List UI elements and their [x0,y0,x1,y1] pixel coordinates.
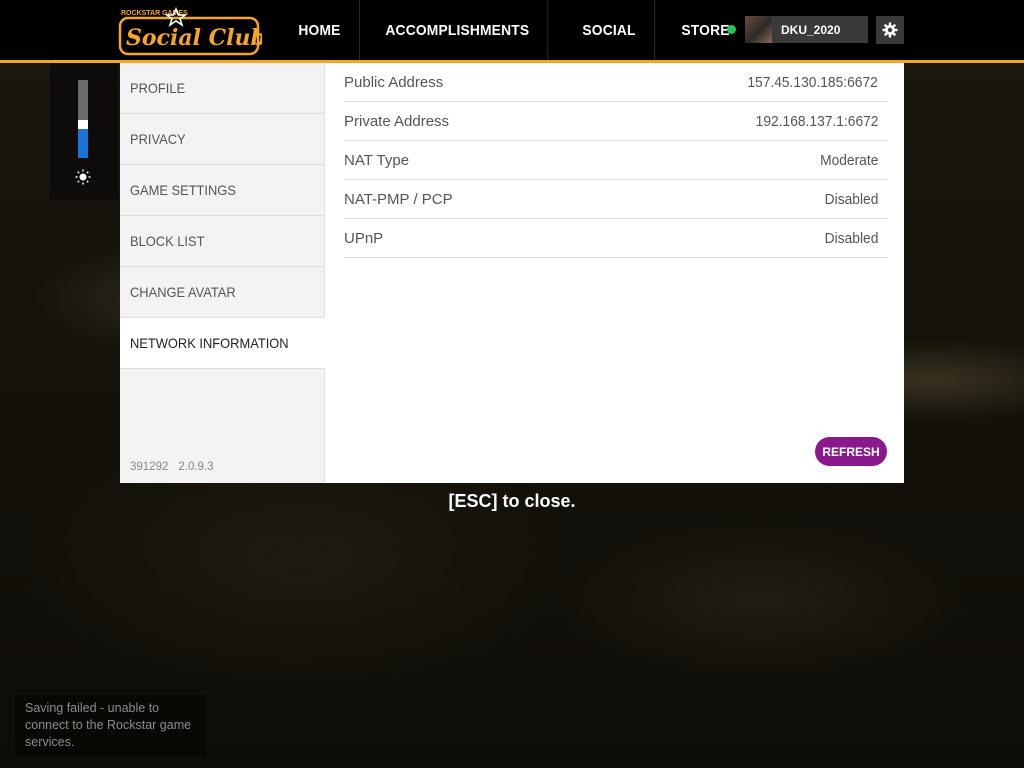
brightness-control [50,63,118,200]
row-label: UPnP [344,229,384,247]
main-nav: HOME ACCOMPLISHMENTS SOCIAL STORE [280,0,755,60]
gear-icon [882,22,898,38]
nav-home[interactable]: HOME [280,0,360,60]
refresh-button[interactable]: REFRESH [815,437,887,466]
sidebar-item-network-information[interactable]: NETWORK INFORMATION [120,318,325,369]
user-profile-button[interactable]: DKU_2020 [745,16,868,43]
network-row-public-address: Public Address 157.45.130.185:6672 [344,63,888,102]
network-row-nat-type: NAT Type Moderate [344,141,888,180]
row-value: 192.168.137.1:6672 [755,112,878,130]
nav-social[interactable]: SOCIAL [564,0,656,60]
settings-panel: PROFILE PRIVACY GAME SETTINGS BLOCK LIST… [120,63,904,483]
network-row-upnp: UPnP Disabled [344,219,888,258]
nav-accomplishments[interactable]: ACCOMPLISHMENTS [367,0,549,60]
social-club-logo[interactable]: ROCKSTAR GAMES Social Club [118,6,262,56]
brightness-slider-handle[interactable] [78,120,88,129]
sidebar-item-game-settings[interactable]: GAME SETTINGS [120,165,324,216]
row-label: NAT Type [344,151,410,169]
network-row-nat-pmp-pcp: NAT-PMP / PCP Disabled [344,180,888,219]
logo-main-text: Social Club [126,25,262,51]
saving-failed-toast: Saving failed - unable to connect to the… [15,695,206,756]
settings-button[interactable] [876,16,904,44]
settings-sidebar: PROFILE PRIVACY GAME SETTINGS BLOCK LIST… [120,63,325,483]
row-value: 157.45.130.185:6672 [747,73,878,91]
brightness-sun-icon [75,169,91,185]
sidebar-item-profile[interactable]: PROFILE [120,63,324,114]
row-label: NAT-PMP / PCP [344,190,453,208]
row-value: Disabled [824,229,878,247]
top-bar: ROCKSTAR GAMES Social Club HOME ACCOMPLI… [0,0,1024,63]
row-value: Disabled [824,190,878,208]
network-info-content: Public Address 157.45.130.185:6672 Priva… [344,63,888,483]
network-row-private-address: Private Address 192.168.137.1:6672 [344,102,888,141]
sidebar-item-change-avatar[interactable]: CHANGE AVATAR [120,267,324,318]
username: DKU_2020 [781,22,841,37]
sidebar-item-privacy[interactable]: PRIVACY [120,114,324,165]
online-status-icon [727,25,736,34]
version-info: 391292 2.0.9.3 [130,461,224,473]
close-hint: [ESC] to close. [448,491,576,511]
avatar [745,16,772,43]
brightness-slider-fill [78,129,88,158]
version-number: 2.0.9.3 [178,461,214,473]
brightness-slider[interactable] [78,80,88,158]
version-id: 391292 [130,461,169,473]
row-label: Private Address [344,112,450,130]
row-value: Moderate [819,151,878,169]
row-label: Public Address [344,73,444,91]
sidebar-item-block-list[interactable]: BLOCK LIST [120,216,324,267]
